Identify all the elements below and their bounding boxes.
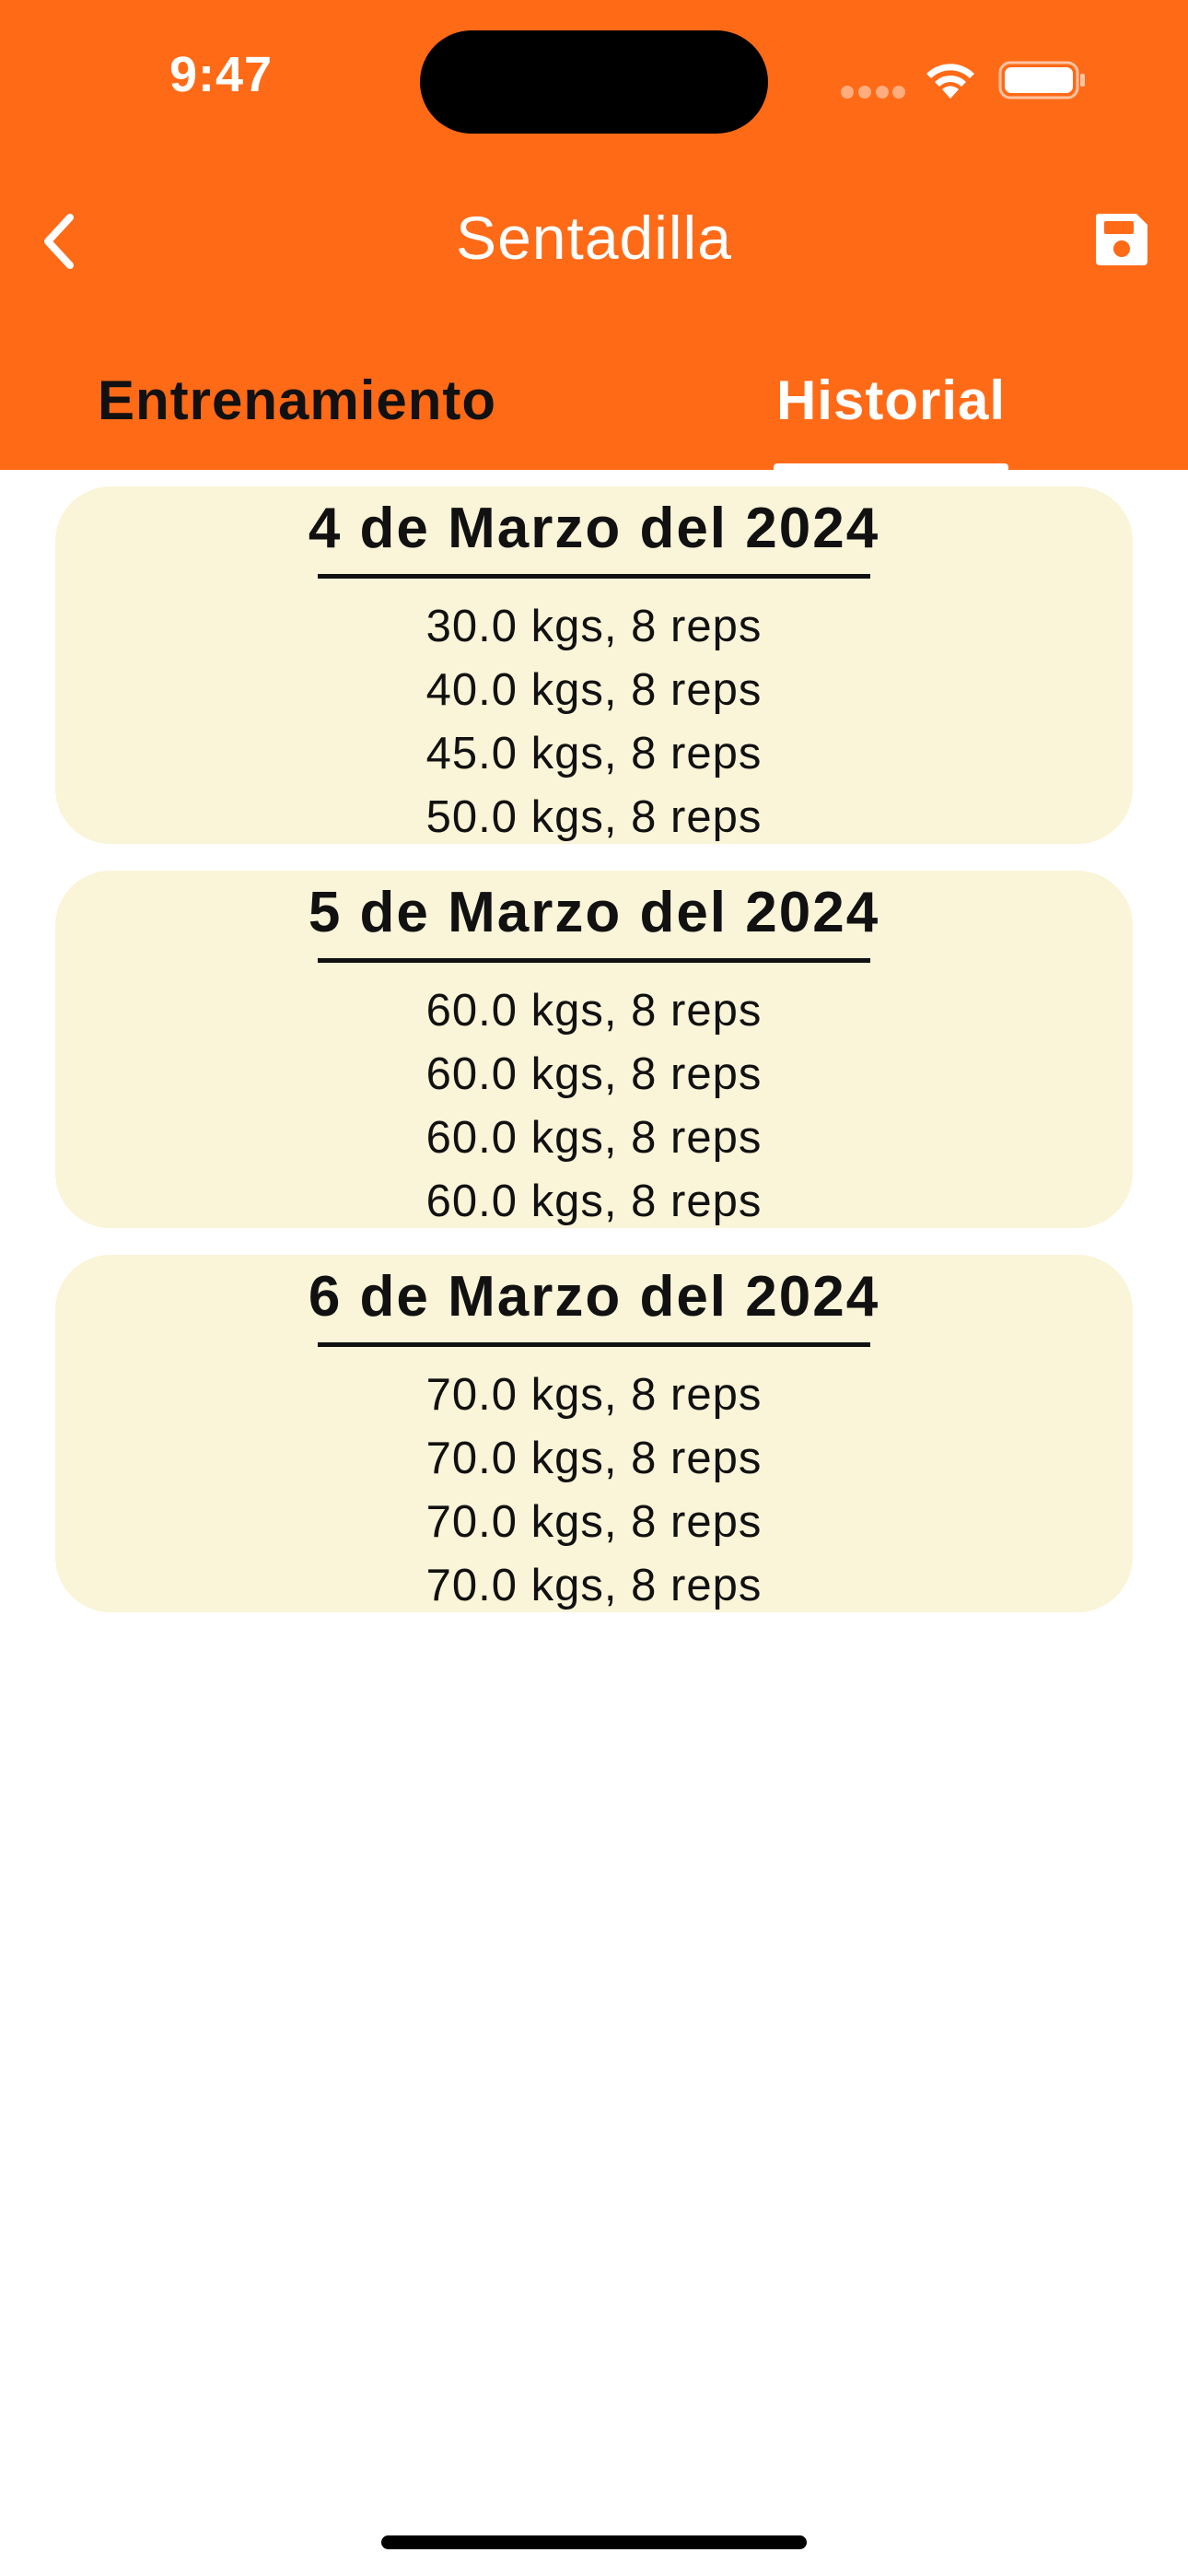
tab-entrenamiento[interactable]: Entrenamiento [0, 369, 594, 432]
set-row: 60.0 kgs, 8 reps [425, 1049, 763, 1099]
status-time: 9:47 [169, 47, 274, 102]
set-row: 70.0 kgs, 8 reps [425, 1370, 763, 1420]
history-card-date: 4 de Marzo del 2024 [308, 497, 880, 560]
history-card-divider [318, 1342, 870, 1347]
history-card-divider [318, 958, 870, 963]
history-card-date: 6 de Marzo del 2024 [308, 1265, 880, 1329]
history-card: 6 de Marzo del 2024 70.0 kgs, 8 reps 70.0 … [55, 1255, 1133, 1612]
home-indicator [381, 2535, 807, 2549]
battery-icon [998, 61, 1085, 100]
history-card: 5 de Marzo del 2024 60.0 kgs, 8 reps 60.0 … [55, 871, 1133, 1228]
wifi-icon [926, 64, 974, 99]
set-row: 50.0 kgs, 8 reps [425, 792, 763, 842]
set-list: 70.0 kgs, 8 reps 70.0 kgs, 8 reps 70.0 kgs… [55, 1364, 1133, 1618]
history-card: 4 de Marzo del 2024 30.0 kgs, 8 reps 40.0 … [55, 486, 1133, 844]
screen: 9:47 Sentadilla Entrenamiento Historial … [0, 0, 1188, 2576]
set-row: 60.0 kgs, 8 reps [425, 986, 763, 1036]
set-row: 70.0 kgs, 8 reps [425, 1497, 763, 1547]
set-row: 40.0 kgs, 8 reps [425, 665, 763, 715]
page-title: Sentadilla [456, 204, 732, 272]
set-row: 70.0 kgs, 8 reps [425, 1434, 763, 1483]
history-card-date: 5 de Marzo del 2024 [308, 881, 880, 944]
history-list: 4 de Marzo del 2024 30.0 kgs, 8 reps 40.0 … [55, 486, 1133, 1639]
set-list: 60.0 kgs, 8 reps 60.0 kgs, 8 reps 60.0 kgs… [55, 979, 1133, 1234]
dynamic-island [420, 30, 768, 134]
back-button[interactable] [33, 205, 88, 278]
tab-historial[interactable]: Historial [594, 369, 1188, 432]
set-row: 60.0 kgs, 8 reps [425, 1113, 763, 1163]
set-row: 70.0 kgs, 8 reps [425, 1561, 763, 1610]
set-row: 60.0 kgs, 8 reps [425, 1177, 763, 1226]
active-tab-indicator [774, 463, 1008, 470]
cellular-signal-icon [841, 86, 905, 99]
set-row: 45.0 kgs, 8 reps [425, 729, 763, 779]
set-row: 30.0 kgs, 8 reps [425, 602, 763, 651]
history-card-divider [318, 574, 870, 579]
app-header: 9:47 Sentadilla Entrenamiento Historial [0, 0, 1188, 470]
save-button[interactable] [1092, 210, 1151, 269]
set-list: 30.0 kgs, 8 reps 40.0 kgs, 8 reps 45.0 kgs… [55, 595, 1133, 849]
